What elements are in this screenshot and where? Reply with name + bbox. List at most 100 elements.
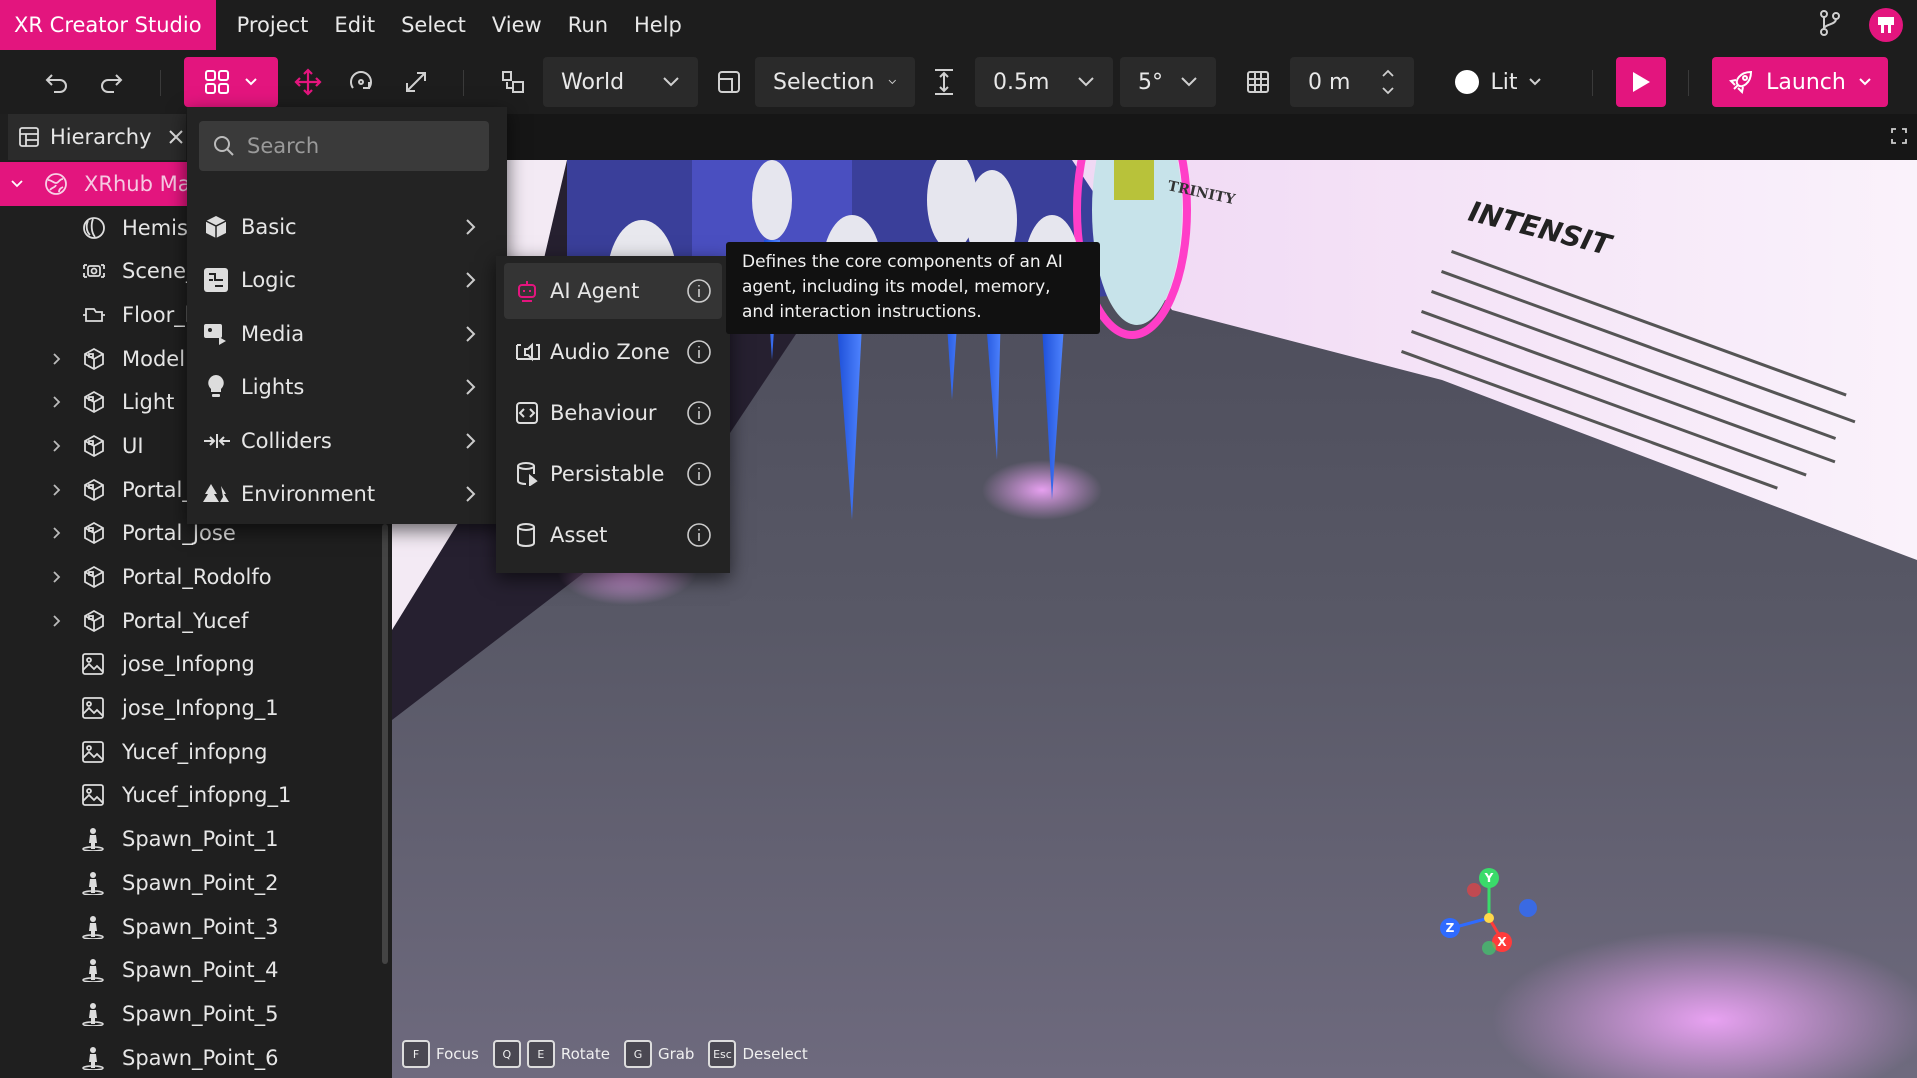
menu-item-asset-label: Asset (550, 523, 608, 547)
branch-icon[interactable] (1817, 9, 1843, 41)
hierarchy-item[interactable]: Yucef_infopng_1 (0, 774, 392, 818)
render-mode-select[interactable]: Lit (1444, 57, 1550, 107)
chevron-right-icon (466, 432, 476, 449)
category-environment[interactable]: Environment (187, 467, 507, 520)
menu-project[interactable]: Project (224, 13, 322, 37)
fullscreen-icon[interactable] (1891, 128, 1907, 144)
chevron-down-icon (245, 78, 257, 86)
add-entity-button[interactable] (184, 57, 278, 107)
menu-select[interactable]: Select (388, 13, 479, 37)
hierarchy-item[interactable]: Spawn_Point_6 (0, 1036, 392, 1078)
chevron-right-icon (466, 325, 476, 342)
menu-item-behaviour[interactable]: Behaviour (504, 385, 722, 441)
redo-button[interactable] (88, 57, 134, 107)
rotate-snap-select[interactable]: 5° (1120, 57, 1216, 107)
hierarchy-item[interactable]: Spawn_Point_4 (0, 948, 392, 992)
pivot-icon[interactable] (706, 57, 752, 107)
hierarchy-item-label: Spawn_Point_6 (122, 1045, 279, 1070)
info-icon[interactable] (686, 278, 712, 304)
translate-snap-select[interactable]: 0.5m (975, 57, 1113, 107)
menu-run[interactable]: Run (555, 13, 621, 37)
hierarchy-item-label: jose_Infopng_1 (122, 696, 279, 721)
play-button[interactable] (1616, 57, 1666, 107)
shortcut-key: Esc (708, 1040, 737, 1068)
audio-zone-icon (516, 342, 540, 362)
hierarchy-item[interactable]: Spawn_Point_1 (0, 817, 392, 861)
render-mode-value: Lit (1490, 69, 1518, 95)
menu-item-asset[interactable]: Asset (504, 507, 722, 563)
chevron-right-icon[interactable] (48, 614, 66, 628)
chevron-right-icon[interactable] (48, 483, 66, 497)
category-lights[interactable]: Lights (187, 360, 507, 413)
grid-height-stepper[interactable]: 0 m (1290, 57, 1414, 107)
hierarchy-item-label: Spawn_Point_2 (122, 870, 279, 895)
hierarchy-item[interactable]: Spawn_Point_3 (0, 905, 392, 949)
pivot-select[interactable]: Selection (755, 57, 915, 107)
menu-item-audio-zone[interactable]: Audio Zone (504, 324, 722, 380)
transform-space-icon[interactable] (490, 57, 536, 107)
hierarchy-item-label: Portal_Rodolfo (122, 565, 272, 590)
stepper-arrows-icon (1382, 69, 1394, 95)
search-input[interactable] (247, 134, 477, 158)
shortcut-label: Deselect (742, 1045, 808, 1063)
menu-view[interactable]: View (479, 13, 555, 37)
translate-snap-icon[interactable] (921, 57, 967, 107)
category-colliders[interactable]: Colliders (187, 414, 507, 467)
tab-hierarchy[interactable]: Hierarchy (8, 114, 186, 160)
camera-icon (82, 260, 106, 282)
hierarchy-item-label: XRhub Ma (84, 171, 191, 196)
hierarchy-item[interactable]: jose_Infopng (0, 643, 392, 687)
grid-toggle-icon[interactable] (1235, 57, 1281, 107)
colliders-icon (204, 433, 230, 448)
cylinder-icon (517, 523, 535, 547)
shortcut-key: F (402, 1040, 430, 1068)
menu-help[interactable]: Help (621, 13, 695, 37)
hierarchy-item[interactable]: Spawn_Point_2 (0, 861, 392, 905)
rotate-tool-button[interactable] (338, 57, 384, 107)
menu-item-audio-zone-label: Audio Zone (550, 340, 670, 364)
category-media[interactable]: Media (187, 307, 507, 360)
launch-button[interactable]: Launch (1712, 57, 1888, 107)
hierarchy-item[interactable]: Yucef_infopng (0, 730, 392, 774)
cube-icon (205, 215, 227, 238)
toolbar: World Selection 0.5m 5° 0 m Lit Launch (0, 50, 1917, 114)
chevron-right-icon[interactable] (48, 352, 66, 366)
hierarchy-item[interactable]: Spawn_Point_5 (0, 992, 392, 1036)
shortcut-key: Q (492, 1040, 521, 1068)
close-icon[interactable] (168, 129, 184, 145)
code-icon (516, 402, 538, 424)
chevron-right-icon[interactable] (48, 526, 66, 540)
hierarchy-item[interactable]: Portal_Yucef (0, 599, 392, 643)
chevron-right-icon[interactable] (48, 395, 66, 409)
transform-space-select[interactable]: World (543, 57, 698, 107)
translate-tool-button[interactable] (285, 57, 331, 107)
app-brand[interactable]: XR Creator Studio (0, 0, 216, 50)
category-basic[interactable]: Basic (187, 200, 507, 253)
category-logic[interactable]: Logic (187, 253, 507, 306)
info-icon[interactable] (686, 522, 712, 548)
undo-button[interactable] (34, 57, 80, 107)
menu-item-ai-agent[interactable]: AI Agent (504, 263, 722, 319)
info-icon[interactable] (686, 400, 712, 426)
menu-item-persistable[interactable]: Persistable (504, 446, 722, 502)
lit-icon (1454, 70, 1479, 94)
menubar: XR Creator Studio Project Edit Select Vi… (0, 0, 1917, 50)
chevron-right-icon[interactable] (48, 439, 66, 453)
hierarchy-item[interactable]: jose_Infopng_1 (0, 686, 392, 730)
hierarchy-item-label: Spawn_Point_1 (122, 827, 279, 852)
info-icon[interactable] (686, 461, 712, 487)
hierarchy-item[interactable]: Portal_Rodolfo (0, 555, 392, 599)
info-icon[interactable] (686, 339, 712, 365)
chevron-down-icon[interactable] (8, 179, 26, 189)
scale-tool-button[interactable] (393, 57, 439, 107)
hierarchy-item-label: Spawn_Point_4 (122, 958, 279, 983)
menu-search[interactable] (199, 121, 489, 171)
hierarchy-item-label: jose_Infopng (122, 652, 255, 677)
search-icon (214, 136, 234, 156)
avatar[interactable] (1869, 8, 1903, 42)
shortcut-label: Rotate (560, 1045, 610, 1063)
category-logic-label: Logic (241, 267, 296, 292)
play-icon (1633, 72, 1650, 92)
menu-edit[interactable]: Edit (321, 13, 388, 37)
chevron-right-icon[interactable] (48, 570, 66, 584)
